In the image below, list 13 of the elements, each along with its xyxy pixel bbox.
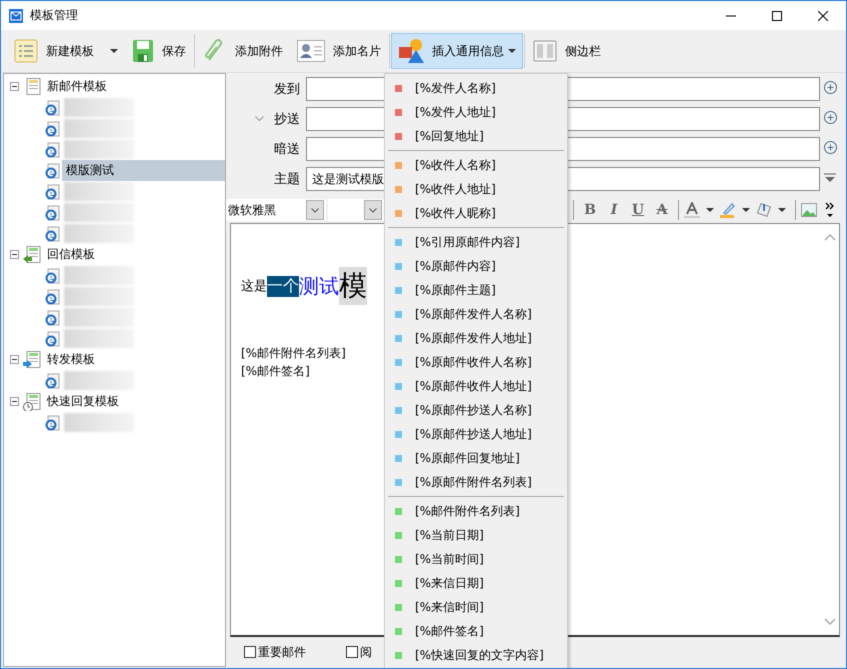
editor-text: 模 bbox=[339, 267, 367, 305]
editor-text: [%邮件附件名列表] bbox=[241, 345, 346, 362]
checkbox-label: 阅 bbox=[360, 644, 372, 660]
editor-text: 这是 bbox=[241, 278, 267, 295]
field-label: 暗送 bbox=[274, 141, 300, 158]
editor-text: 一个 bbox=[267, 276, 299, 296]
field-label: 发到 bbox=[274, 81, 300, 98]
field-label: 抄送 bbox=[274, 111, 300, 128]
field-label: 主题 bbox=[274, 171, 300, 188]
checkbox-label: 重要邮件 bbox=[258, 644, 306, 660]
window-title: 模板管理 bbox=[30, 7, 78, 24]
editor-text: [%邮件签名] bbox=[241, 363, 310, 380]
editor-text: 测试 bbox=[299, 272, 339, 300]
